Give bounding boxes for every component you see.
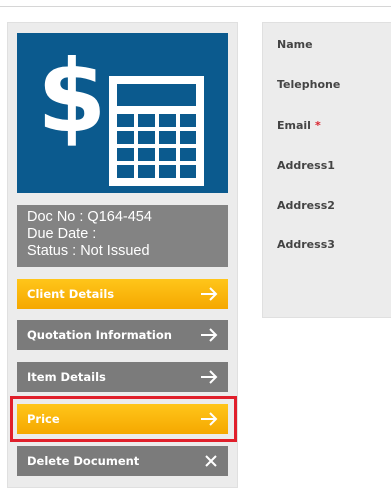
email-label-row: Email * <box>277 119 321 132</box>
arrow-right-icon <box>200 287 218 301</box>
item-details-button[interactable]: Item Details <box>17 362 228 392</box>
dollar-calculator-icon: $ <box>37 38 204 186</box>
top-divider <box>0 6 391 7</box>
due-date: Due Date : <box>27 226 97 242</box>
svg-text:$: $ <box>37 38 107 155</box>
document-info-panel: Doc No : Q164-454 Due Date : Status : No… <box>17 205 228 267</box>
telephone-label: Telephone <box>277 78 341 91</box>
invoice-logo: $ <box>17 33 228 193</box>
doc-number: Doc No : Q164-454 <box>27 209 152 225</box>
name-label: Name <box>277 38 313 51</box>
address1-label: Address1 <box>277 159 335 172</box>
quotation-information-button[interactable]: Quotation Information <box>17 320 228 350</box>
address2-label: Address2 <box>277 199 335 212</box>
required-marker: * <box>314 119 321 132</box>
status-text: Status : Not Issued <box>27 243 150 259</box>
client-details-button[interactable]: Client Details <box>17 279 228 309</box>
item-details-label: Item Details <box>27 370 106 384</box>
address3-label: Address3 <box>277 238 335 251</box>
email-label: Email <box>277 119 311 132</box>
delete-document-label: Delete Document <box>27 454 140 468</box>
price-highlight-box <box>10 396 237 442</box>
arrow-right-icon <box>200 328 218 342</box>
client-details-label: Client Details <box>27 287 115 301</box>
arrow-right-icon <box>200 370 218 384</box>
close-icon <box>204 454 218 468</box>
delete-document-button[interactable]: Delete Document <box>17 446 228 476</box>
quotation-information-label: Quotation Information <box>27 328 172 342</box>
